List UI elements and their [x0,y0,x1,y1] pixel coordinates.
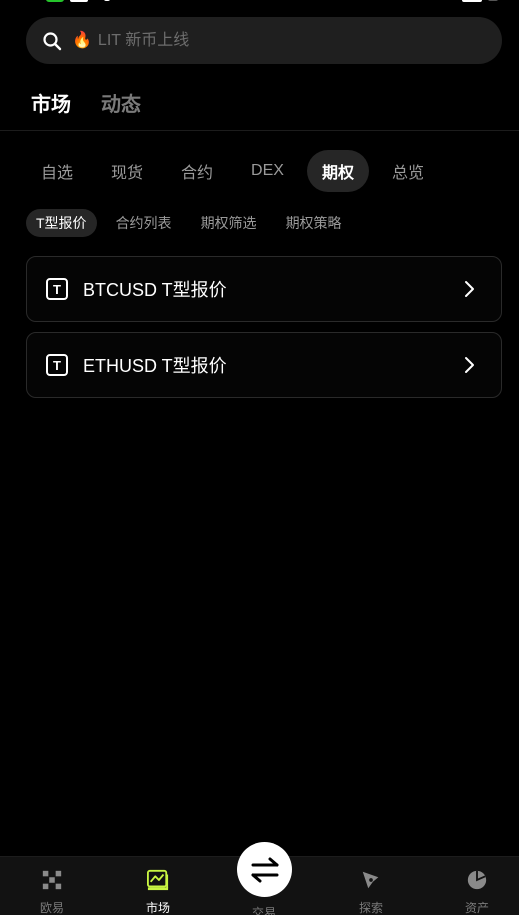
nav-explore[interactable]: 探索 [319,857,423,915]
nav-okx[interactable]: 欧易 [0,857,104,915]
t-quote-icon: T [46,354,68,376]
nav-label: 欧易 [39,901,64,915]
status-bar [0,0,519,4]
search-bar[interactable]: 🔥 [26,17,502,64]
chevron-right-icon [465,281,474,297]
fire-icon: 🔥 [72,31,92,49]
card-label: BTCUSD T型报价 [83,280,227,300]
tab-spot[interactable]: 现货 [96,150,158,192]
network-icon [70,0,88,2]
okx-logo-icon [42,870,62,890]
market-category-tabs: 自选 现货 合约 DEX 期权 总览 [26,150,447,192]
nav-trade-label: 交易 [251,906,276,915]
tab-futures[interactable]: 合约 [166,150,228,192]
compass-icon [362,871,379,889]
nav-market[interactable]: 市场 [106,857,210,915]
search-input[interactable] [95,30,460,51]
battery-cap-icon [488,0,498,1]
pie-chart-icon [467,870,487,890]
nav-assets[interactable]: 资产 [425,857,519,915]
tab-market[interactable]: 市场 [31,88,71,117]
chevron-right-icon [465,357,474,373]
swap-arrows-icon [251,857,278,882]
tab-dex[interactable]: DEX [236,150,299,192]
card-label: ETHUSD T型报价 [83,356,227,376]
signal-icon [46,0,64,2]
tab-options[interactable]: 期权 [306,150,369,192]
market-screen: 🔥 市场 动态 自选 现货 合约 DEX 期权 总览 T型报价 合约列表 期权筛… [0,0,519,915]
nav-label: 市场 [145,901,170,915]
chip-options-screener[interactable]: 期权筛选 [191,209,267,237]
nav-label: 资产 [464,901,489,915]
market-chart-icon [147,869,169,891]
header-divider [0,130,519,131]
nav-label: 探索 [358,901,383,915]
main-tabs: 市场 动态 [31,88,141,117]
indicator-icon [104,0,110,1]
battery-icon [462,0,482,2]
chip-contract-list[interactable]: 合约列表 [106,209,182,237]
options-filter-chips: T型报价 合约列表 期权筛选 期权策略 [26,209,361,237]
search-icon [43,31,62,50]
ethusd-t-quote-card[interactable]: T ETHUSD T型报价 [26,332,502,398]
tab-feed[interactable]: 动态 [101,88,141,117]
tab-favorites[interactable]: 自选 [26,150,88,192]
t-quote-icon: T [46,278,68,300]
chip-options-strategy[interactable]: 期权策略 [276,209,352,237]
btcusd-t-quote-card[interactable]: T BTCUSD T型报价 [26,256,502,322]
trade-button[interactable] [237,842,292,897]
tab-overview[interactable]: 总览 [377,150,439,192]
chip-t-quote[interactable]: T型报价 [26,209,97,237]
